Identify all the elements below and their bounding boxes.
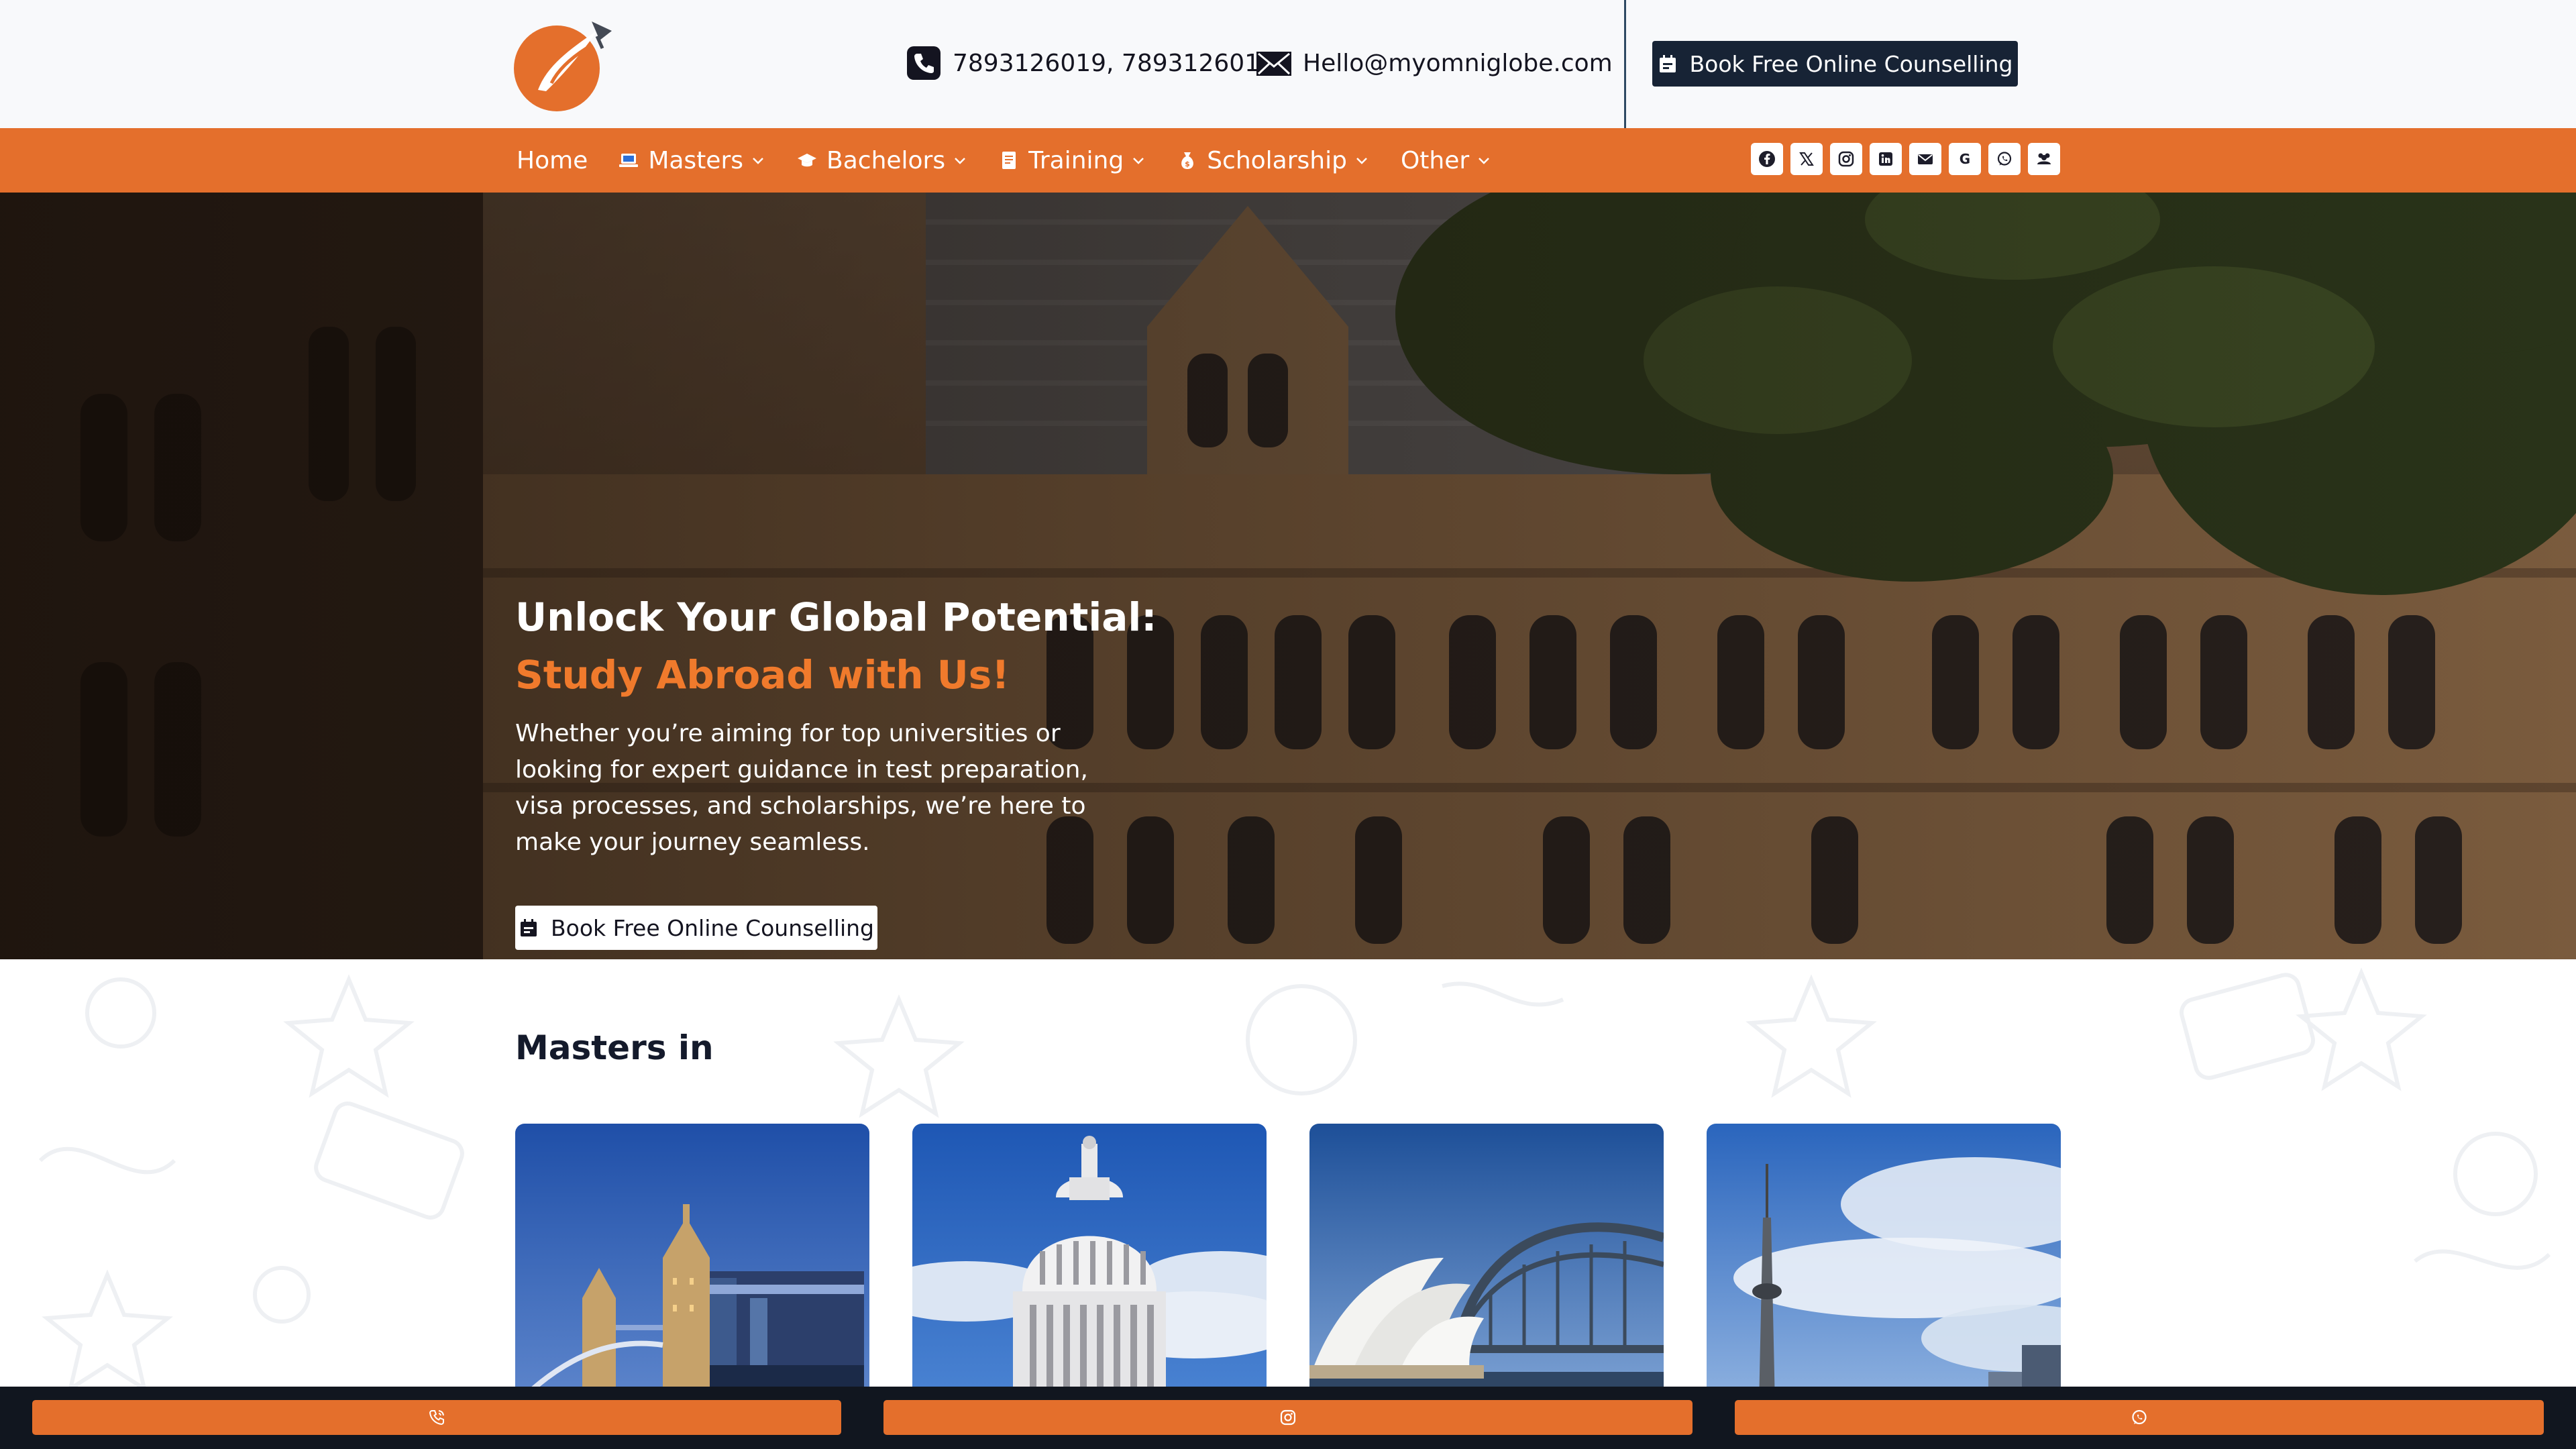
calendar-icon (1659, 55, 1676, 72)
book-counselling-button[interactable]: Book Free Online Counselling (1652, 41, 2018, 87)
nav-training-label: Training (1028, 146, 1124, 174)
hero-title: Unlock Your Global Potential: Study Abro… (515, 588, 1157, 704)
social-links: G (1751, 143, 2068, 175)
masters-card-australia[interactable] (1309, 1124, 1664, 1387)
masters-section-title: Masters in (515, 1028, 714, 1067)
linkedin-link[interactable] (1870, 143, 1902, 175)
laptop-icon (619, 154, 639, 167)
nav-scholarship[interactable]: $ Scholarship (1177, 147, 1370, 174)
google-icon: G (1960, 151, 1970, 167)
mail-icon (1918, 154, 1933, 164)
facebook-icon (1759, 151, 1775, 167)
svg-text:G: G (1960, 151, 1970, 167)
sydney-opera-house-image (1309, 1124, 1664, 1387)
money-bag-icon: $ (1181, 152, 1194, 169)
masters-card-london[interactable] (515, 1124, 869, 1387)
instagram-icon (1838, 151, 1854, 167)
instagram-icon (1280, 1409, 1296, 1426)
nav-scholarship-label: Scholarship (1207, 146, 1347, 174)
header-phone[interactable]: 7893126019, 7893126015 (906, 44, 1275, 82)
bottom-call-button[interactable] (32, 1400, 841, 1435)
nav-home-label: Home (517, 146, 588, 174)
facebook-link[interactable] (1751, 143, 1783, 175)
chevron-down-icon (955, 158, 966, 164)
email-address: Hello@myomniglobe.com (1303, 49, 1613, 77)
mail-icon (1256, 45, 1292, 81)
chevron-down-icon (1356, 158, 1367, 164)
toronto-cn-tower-image (1707, 1124, 2061, 1387)
nav-bachelors[interactable]: Bachelors (797, 147, 968, 174)
group-icon (2037, 153, 2051, 164)
whatsapp-icon (2132, 1409, 2147, 1425)
us-capitol-image (912, 1124, 1267, 1387)
bottom-contact-bar (0, 1387, 2576, 1449)
svg-text:$: $ (1185, 160, 1190, 168)
calendar-icon (521, 919, 537, 936)
google-link[interactable]: G (1949, 143, 1981, 175)
email-link[interactable] (1909, 143, 1941, 175)
nav-masters-label: Masters (648, 146, 744, 174)
masters-card-canada[interactable] (1707, 1124, 2061, 1387)
whatsapp-link[interactable] (1988, 143, 2021, 175)
instagram-link[interactable] (1830, 143, 1862, 175)
hero-section: Unlock Your Global Potential: Study Abro… (0, 193, 2576, 959)
london-tower-bridge-image (515, 1124, 869, 1387)
hero-background-image (0, 193, 2576, 959)
phone-icon (429, 1410, 444, 1426)
nav-other[interactable]: Other (1401, 147, 1492, 174)
hero-book-counselling-button[interactable]: Book Free Online Counselling (515, 906, 877, 950)
nav-other-label: Other (1400, 146, 1470, 174)
hero-description: Whether you’re aiming for top universiti… (515, 720, 1088, 856)
hero-cta-label: Book Free Online Counselling (551, 914, 874, 941)
header-divider (1624, 0, 1626, 128)
bottom-instagram-button[interactable] (883, 1400, 1693, 1435)
phone-numbers: 7893126019, 7893126015 (953, 49, 1275, 77)
book-counselling-label: Book Free Online Counselling (1689, 50, 2013, 77)
nav-training[interactable]: Training (999, 147, 1146, 174)
main-nav: Home Masters Bachelors Training $ Schola… (517, 128, 1523, 193)
masters-card-usa[interactable] (912, 1124, 1267, 1387)
group-link[interactable] (2028, 143, 2060, 175)
nav-masters[interactable]: Masters (619, 147, 766, 174)
graduation-cap-icon (798, 154, 817, 167)
bottom-whatsapp-button[interactable] (1735, 1400, 2544, 1435)
x-icon (1799, 152, 1814, 166)
document-icon (1002, 152, 1016, 169)
masters-section: Masters in (0, 959, 2576, 1387)
linkedin-icon (1879, 152, 1892, 166)
nav-bachelors-label: Bachelors (826, 146, 946, 174)
chevron-down-icon (753, 158, 763, 164)
phone-icon (906, 45, 942, 81)
hero-title-line1: Unlock Your Global Potential: (515, 594, 1157, 640)
site-logo[interactable] (511, 16, 615, 117)
main-nav-bar: Home Masters Bachelors Training $ Schola… (0, 128, 2576, 193)
top-header: 7893126019, 7893126015 Hello@myomniglobe… (0, 0, 2576, 128)
x-link[interactable] (1790, 143, 1823, 175)
whatsapp-icon (1997, 152, 2012, 166)
nav-home[interactable]: Home (517, 147, 588, 174)
chevron-down-icon (1479, 158, 1490, 164)
doodle-background-pattern (38, 967, 2551, 1387)
header-email[interactable]: Hello@myomniglobe.com (1256, 44, 1613, 82)
chevron-down-icon (1133, 158, 1144, 164)
hero-title-accent: Study Abroad with Us! (515, 652, 1010, 698)
